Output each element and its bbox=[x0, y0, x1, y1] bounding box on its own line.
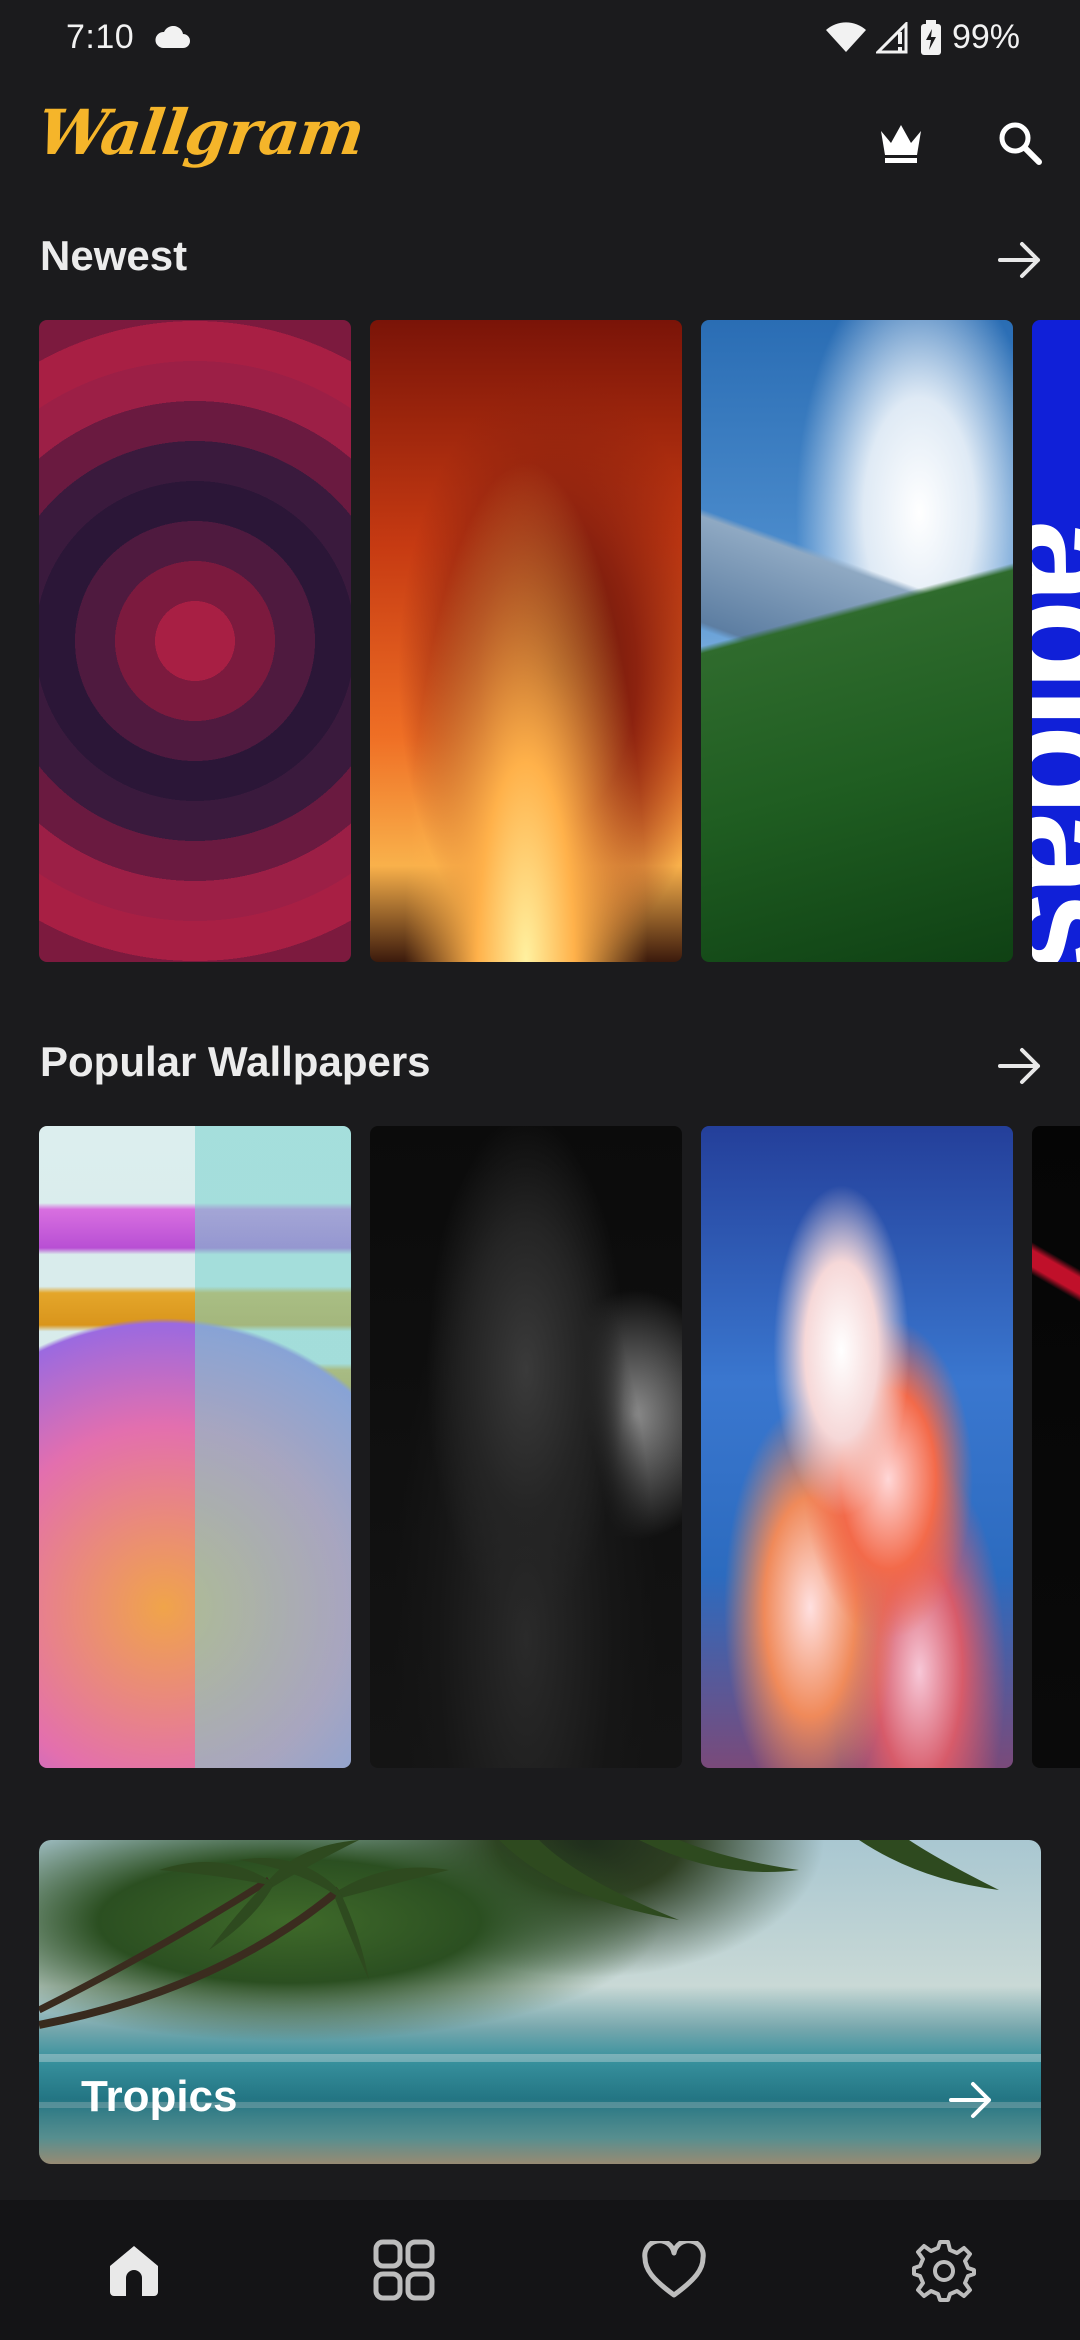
newest-carousel[interactable]: adidas bbox=[39, 320, 1080, 962]
arrow-right-icon bbox=[949, 2082, 991, 2118]
app-screen: 7:10 99% Wallgram Newest adidas Popular … bbox=[0, 0, 1080, 2340]
home-icon bbox=[110, 2246, 158, 2296]
bottom-navigation bbox=[0, 2200, 1080, 2340]
adidas-logo-text: adidas bbox=[1032, 520, 1080, 962]
search-button[interactable] bbox=[985, 108, 1055, 178]
battery-level: 99% bbox=[951, 18, 1020, 56]
banner-title: Tropics bbox=[81, 2072, 238, 2121]
arrow-right-icon bbox=[998, 242, 1040, 278]
wallpaper-card[interactable] bbox=[370, 320, 682, 962]
gear-icon bbox=[912, 2240, 976, 2302]
section-title-popular: Popular Wallpapers bbox=[40, 1038, 431, 1085]
cloud-icon bbox=[155, 26, 190, 48]
search-icon bbox=[999, 122, 1042, 165]
popular-see-all-button[interactable] bbox=[990, 1036, 1050, 1096]
heart-icon bbox=[642, 2241, 706, 2298]
category-banner-tropics[interactable]: Tropics bbox=[39, 1840, 1041, 2164]
app-bar: Wallgram bbox=[0, 90, 1080, 200]
wallpaper-card[interactable] bbox=[1032, 1126, 1080, 1768]
app-logo: Wallgram bbox=[32, 96, 369, 169]
wifi-icon bbox=[825, 21, 866, 52]
newest-see-all-button[interactable] bbox=[990, 230, 1050, 290]
wallpaper-card[interactable] bbox=[701, 320, 1013, 962]
signal-icon bbox=[875, 21, 908, 53]
wallpaper-card[interactable]: adidas bbox=[1032, 320, 1080, 962]
nav-home[interactable] bbox=[94, 2230, 174, 2310]
section-title-newest: Newest bbox=[40, 232, 188, 279]
battery-icon bbox=[920, 19, 941, 55]
nav-categories[interactable] bbox=[364, 2230, 444, 2310]
banner-arrow bbox=[943, 2072, 999, 2128]
grid-icon bbox=[373, 2239, 435, 2301]
wallpaper-card[interactable] bbox=[370, 1126, 682, 1768]
wallpaper-card[interactable] bbox=[39, 1126, 351, 1768]
nav-favorites[interactable] bbox=[634, 2230, 714, 2310]
status-icons: 99% bbox=[825, 18, 1020, 57]
popular-carousel[interactable] bbox=[39, 1126, 1080, 1768]
premium-button[interactable] bbox=[866, 108, 936, 178]
crown-icon bbox=[881, 125, 921, 163]
nav-settings[interactable] bbox=[904, 2230, 984, 2310]
wallpaper-card[interactable] bbox=[39, 320, 351, 962]
wallpaper-card[interactable] bbox=[701, 1126, 1013, 1768]
status-time: 7:10 bbox=[66, 18, 135, 56]
arrow-right-icon bbox=[998, 1048, 1040, 1084]
status-bar: 7:10 99% bbox=[0, 0, 1080, 80]
